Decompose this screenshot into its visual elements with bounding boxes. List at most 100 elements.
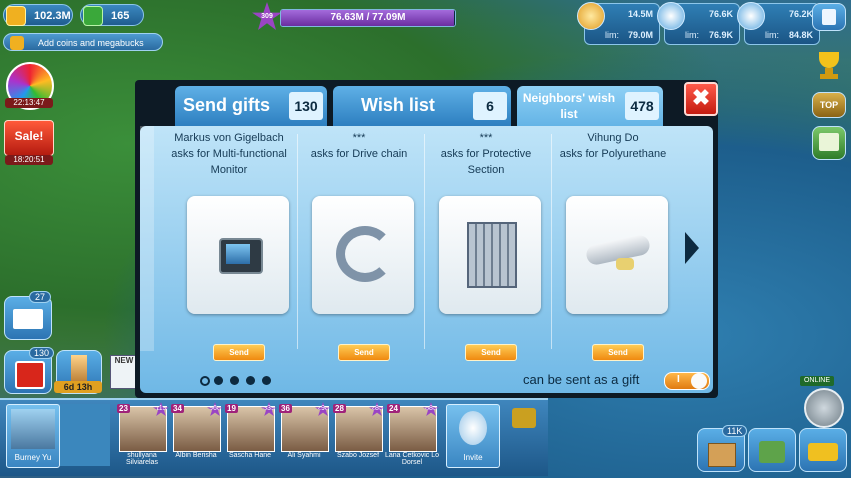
water-value: 76.6K	[708, 9, 733, 19]
inventory-badge: 11K	[722, 425, 748, 437]
friend-level: 36	[279, 404, 292, 413]
mail-badge: 27	[29, 291, 52, 303]
gift-filter-label: can be sent as a gift	[523, 372, 640, 387]
news-label: NEW	[114, 356, 134, 365]
friends-spacer	[60, 404, 110, 466]
map-button[interactable]	[812, 126, 846, 160]
wish-card: *** asks for Drive chain Send	[298, 130, 420, 361]
gift-badge: 130	[29, 347, 55, 359]
top-label: TOP	[819, 100, 839, 110]
water-icon	[657, 2, 685, 30]
gifts-button[interactable]: 130	[4, 347, 55, 394]
invite-button[interactable]: Invite	[446, 404, 500, 468]
page-dot[interactable]	[246, 376, 255, 385]
next-page-arrow-icon[interactable]	[685, 232, 699, 264]
tab-send-gifts[interactable]: Send gifts 130	[175, 86, 327, 126]
close-button[interactable]: ✖	[684, 82, 718, 116]
my-profile-card[interactable]: Burney Yu	[6, 404, 60, 468]
coins-counter[interactable]: 102.3M	[3, 4, 73, 26]
friend-card[interactable]: 28 283 Szabo Jozsef	[333, 402, 385, 464]
friend-card[interactable]: 36 298 Ali Syahmi	[279, 402, 331, 464]
tab-neighbors-wish-list-count: 478	[625, 92, 659, 120]
mail-button[interactable]: 27	[4, 291, 52, 340]
page-dot[interactable]	[262, 376, 271, 385]
wish-request: asks for Drive chain	[310, 148, 408, 160]
wish-text: *** asks for Drive chain	[298, 130, 420, 162]
wish-item-tile[interactable]	[439, 196, 541, 314]
friend-card[interactable]: 34 968 Albin Berisha	[171, 402, 223, 464]
xp-bar: 76.63M / 77.09M	[280, 9, 456, 27]
water-lim-value: 76.9K	[708, 30, 733, 40]
friend-name: shullyana Silviarelas	[126, 452, 158, 466]
top-button[interactable]: TOP	[812, 92, 846, 118]
add-currency-label: Add coins and megabucks	[38, 38, 144, 48]
friend-name: Lana Cetkovic Lo Dorsel	[384, 452, 440, 466]
add-currency-button[interactable]: Add coins and megabucks	[3, 33, 163, 51]
inventory-button[interactable]: 11K	[697, 425, 748, 472]
wish-card: *** asks for Protective Section Send	[425, 130, 547, 361]
wish-request: asks for Protective Section	[440, 148, 532, 176]
protective-section-icon	[467, 222, 517, 288]
power-value: 76.2K	[788, 9, 813, 19]
gift-icon	[15, 361, 45, 389]
population-lim-label: lim:	[605, 30, 619, 40]
invite-label: Invite	[463, 453, 483, 462]
friend-level: 19	[225, 404, 238, 413]
build-button[interactable]	[748, 428, 796, 472]
wish-card: Vihung Do asks for Polyurethane Send	[552, 130, 674, 361]
invite-person-icon	[459, 411, 487, 445]
wish-item-tile[interactable]	[312, 196, 414, 314]
tab-wish-list[interactable]: Wish list 6	[333, 86, 511, 126]
neighbor-name: Vihung Do	[587, 132, 639, 144]
neighbor-name: ***	[479, 132, 493, 144]
sale-button[interactable]: Sale!	[4, 120, 54, 156]
tab-neighbors-wish-list-label: Neighbors' wish list	[522, 91, 616, 121]
megabucks-counter[interactable]: 165	[80, 4, 144, 26]
coins-icon	[6, 6, 26, 26]
building-timer: 6d 13h	[54, 381, 102, 393]
toggle-on-label: I	[677, 374, 680, 385]
friends-gifts-icon[interactable]	[512, 408, 536, 428]
my-name: Burney Yu	[14, 453, 52, 462]
wheel-timer: 22:13:47	[5, 98, 53, 108]
friend-name: Sascha Hane	[228, 452, 272, 459]
tab-neighbors-wish-list[interactable]: Neighbors' wish list 478	[517, 86, 663, 126]
wish-request: asks for Polyurethane	[559, 148, 667, 160]
settings-gear-icon[interactable]	[804, 388, 844, 428]
power-lim-label: lim:	[765, 30, 779, 40]
population-icon	[577, 2, 605, 30]
page-dot-active[interactable]	[200, 376, 210, 386]
power-icon	[737, 2, 765, 30]
friend-level: 24	[387, 404, 400, 413]
close-icon: ✖	[691, 85, 711, 110]
notes-icon	[822, 9, 836, 25]
population-stat[interactable]: 14.5M lim: 79.0M	[577, 2, 660, 45]
wish-request: asks for Multi-functional Monitor	[171, 148, 287, 176]
tab-send-gifts-label: Send gifts	[183, 95, 271, 115]
wish-item-tile[interactable]	[187, 196, 289, 314]
friend-card[interactable]: 24 883 Lana Cetkovic Lo Dorsel	[385, 402, 439, 466]
neighbor-name: Markus von Gigelbach	[174, 132, 284, 144]
friend-name: Szabo Jozsef	[336, 452, 380, 459]
news-button[interactable]: NEW	[110, 355, 138, 389]
power-lim-value: 84.8K	[788, 30, 813, 40]
page-dot[interactable]	[230, 376, 239, 385]
neighbor-name: ***	[352, 132, 366, 144]
bulldozer-icon	[808, 443, 838, 461]
water-stat[interactable]: 76.6K lim: 76.9K	[657, 2, 740, 45]
page-dot[interactable]	[214, 376, 223, 385]
notes-button[interactable]	[812, 3, 846, 31]
tab-wish-list-label: Wish list	[361, 95, 435, 115]
friend-card[interactable]: 19 339 Sascha Hane	[225, 402, 277, 464]
bulldozer-button[interactable]	[799, 428, 847, 472]
wish-card: Markus von Gigelbach asks for Multi-funct…	[168, 130, 290, 361]
trophy-icon[interactable]	[816, 50, 842, 80]
wish-text: Vihung Do asks for Polyurethane	[552, 130, 674, 162]
gift-filter-toggle[interactable]: I	[664, 372, 710, 390]
friend-level: 23	[117, 404, 130, 413]
sale-timer: 18:20:51	[5, 155, 53, 165]
power-stat[interactable]: 76.2K lim: 84.8K	[737, 2, 820, 45]
online-indicator: ONLINE	[800, 376, 834, 386]
friend-card[interactable]: 23 119 shullyana Silviarelas	[117, 402, 169, 466]
wish-item-tile[interactable]	[566, 196, 668, 314]
